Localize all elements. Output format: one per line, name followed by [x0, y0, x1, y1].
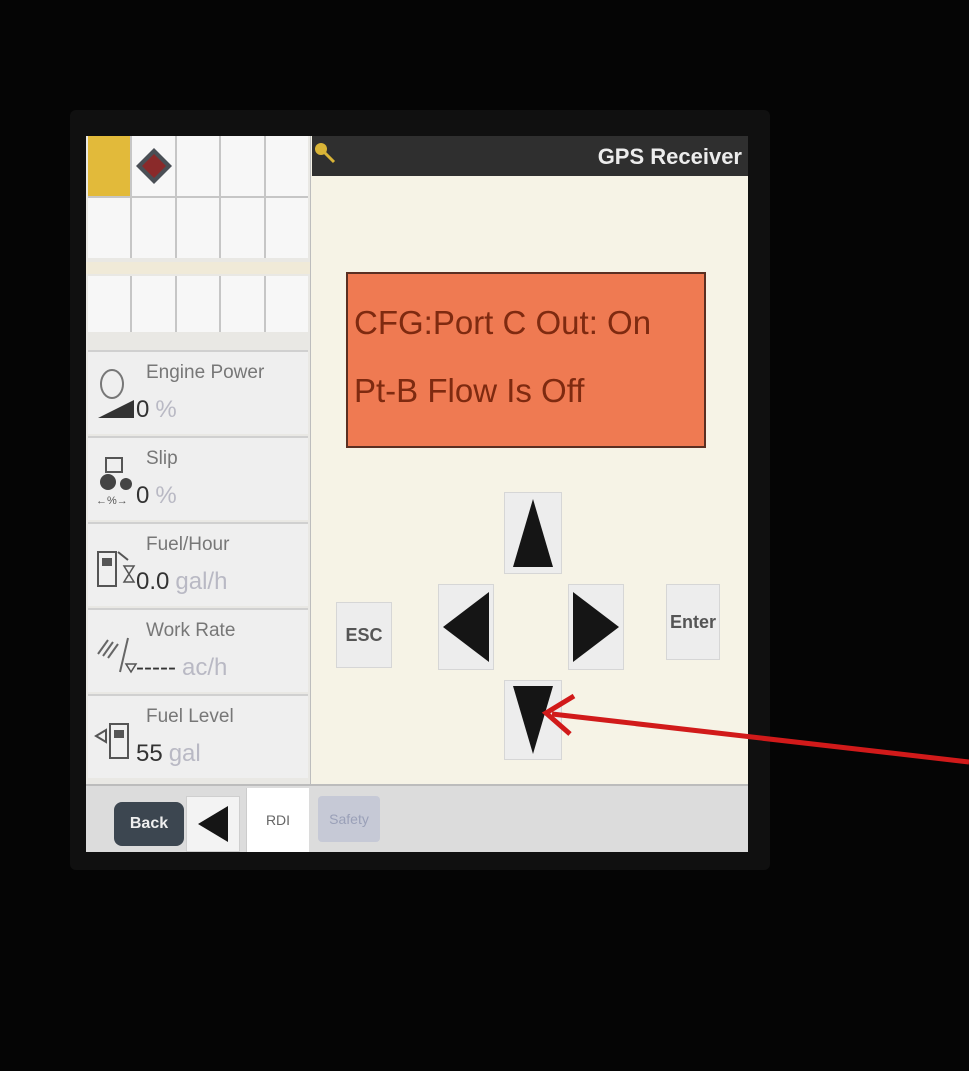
- fuel-pump-hourglass-icon: [97, 551, 136, 587]
- svg-text:←%→: ←%→: [96, 495, 128, 507]
- shortcut-cell[interactable]: [132, 198, 175, 258]
- shortcut-cell[interactable]: [221, 276, 264, 332]
- arrow-up-icon: [513, 499, 553, 567]
- metric-value: 0.0 gal/h: [136, 568, 228, 595]
- down-arrow-button[interactable]: [504, 680, 562, 760]
- arrow-right-icon: [573, 592, 619, 662]
- shortcut-cell[interactable]: [265, 276, 308, 332]
- arrow-down-icon: [513, 686, 553, 754]
- metric-work-rate[interactable]: Work Rate ----- ac/h: [88, 608, 308, 692]
- enter-label: Enter: [669, 611, 716, 632]
- enter-button[interactable]: Enter: [666, 584, 720, 660]
- shortcut-cell[interactable]: [176, 276, 220, 332]
- page-left-button[interactable]: [186, 796, 240, 852]
- shortcut-grid-bottom: [88, 276, 308, 332]
- shortcut-cell-tool[interactable]: [132, 136, 175, 196]
- metric-label: Fuel Level: [146, 706, 234, 727]
- metric-fuel-hour[interactable]: Fuel/Hour 0.0 gal/h: [88, 522, 308, 606]
- arrow-left-icon: [443, 592, 489, 662]
- header-bar: GPS Receiver: [312, 136, 748, 176]
- grid-separator: [86, 262, 310, 274]
- shortcut-cell[interactable]: [221, 136, 264, 196]
- shortcut-cell[interactable]: [88, 198, 131, 258]
- status-line-2: Pt-B Flow Is Off: [354, 372, 585, 409]
- shortcut-cell[interactable]: [176, 198, 220, 258]
- tool-book-icon: [135, 148, 172, 184]
- display-screen: Engine Power 0% ←%→ Slip 0% Fuel/Hour 0.: [86, 136, 748, 852]
- metric-label: Engine Power: [146, 362, 265, 383]
- shortcut-grid-top: [88, 136, 308, 258]
- metric-label: Fuel/Hour: [146, 534, 230, 555]
- status-display: CFG:Port C Out: On Pt-B Flow Is Off: [346, 272, 706, 448]
- metric-value: 55 gal: [136, 740, 201, 767]
- metric-value: ----- ac/h: [136, 654, 228, 681]
- esc-label: ESC: [345, 624, 383, 645]
- safety-button[interactable]: Safety: [318, 796, 380, 842]
- shortcut-cell[interactable]: [176, 136, 220, 196]
- metric-engine-power[interactable]: Engine Power 0%: [88, 350, 308, 434]
- key-icon: [315, 143, 336, 164]
- shortcut-cell[interactable]: [265, 136, 308, 196]
- page-title: GPS Receiver: [597, 144, 742, 169]
- tab-rdi[interactable]: RDI: [246, 788, 309, 852]
- arrow-left-icon: [198, 806, 228, 842]
- metric-value: 0%: [136, 396, 177, 423]
- fuel-level-icon: [94, 723, 129, 759]
- metric-slip[interactable]: ←%→ Slip 0%: [88, 436, 308, 520]
- shortcut-cell[interactable]: [221, 198, 264, 258]
- metric-label: Work Rate: [146, 620, 236, 641]
- status-line-1: CFG:Port C Out: On: [354, 304, 652, 341]
- left-arrow-button[interactable]: [438, 584, 494, 670]
- shortcut-cell-selected[interactable]: [88, 136, 131, 196]
- back-button[interactable]: Back: [114, 802, 184, 846]
- bottom-tab-bar: Back RDI Safety: [86, 784, 748, 852]
- shortcut-cell[interactable]: [265, 198, 308, 258]
- esc-button[interactable]: ESC: [336, 602, 392, 668]
- engine-power-icon: [98, 369, 134, 418]
- tractor-slip-icon: ←%→: [96, 457, 132, 507]
- work-rate-icon: [97, 637, 138, 674]
- up-arrow-button[interactable]: [504, 492, 562, 574]
- metric-value: 0%: [136, 482, 177, 509]
- shortcut-cell[interactable]: [132, 276, 175, 332]
- left-column: Engine Power 0% ←%→ Slip 0% Fuel/Hour 0.: [86, 136, 311, 852]
- metric-fuel-level[interactable]: Fuel Level 55 gal: [88, 694, 308, 778]
- shortcut-cell[interactable]: [88, 276, 131, 332]
- metric-label: Slip: [146, 448, 178, 469]
- right-arrow-button[interactable]: [568, 584, 624, 670]
